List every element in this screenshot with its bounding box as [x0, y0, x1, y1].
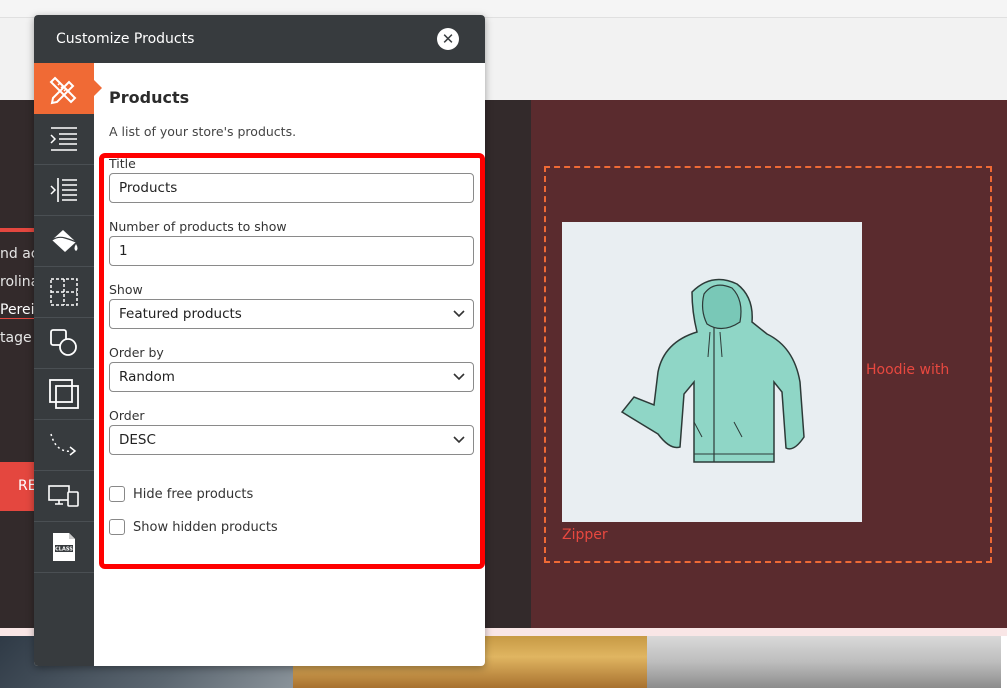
gallery-image[interactable] [647, 636, 1001, 688]
title-input[interactable]: Products [109, 173, 474, 203]
count-input-value: 1 [119, 243, 128, 259]
panel-header: Customize Products ✕ [34, 15, 485, 63]
class-file-icon: CLASS [53, 533, 75, 561]
orderby-select[interactable]: Random [109, 362, 474, 392]
sidebar-item-motion[interactable] [34, 420, 94, 471]
product-image[interactable] [562, 222, 862, 522]
sidebar-item-alignment[interactable] [34, 114, 94, 165]
sidebar-item-colors[interactable] [34, 216, 94, 267]
accent-rule [0, 228, 34, 232]
sidebar-item-class[interactable]: CLASS [34, 522, 94, 573]
pencil-ruler-icon [49, 76, 77, 104]
motion-path-icon [50, 433, 77, 456]
orderby-label: Order by [109, 345, 164, 360]
hero-text-line-wrap: Perei [0, 302, 35, 319]
sidebar-item-shapes[interactable] [34, 318, 94, 369]
layers-icon [49, 379, 79, 409]
show-select-value: Featured products [119, 306, 242, 322]
title-label: Title [109, 156, 136, 171]
sidebar-item-layout[interactable] [34, 267, 94, 318]
count-label: Number of products to show [109, 219, 287, 234]
orderby-select-value: Random [119, 369, 175, 385]
chevron-down-icon [453, 436, 465, 444]
sidebar-item-layers[interactable] [34, 369, 94, 420]
title-input-value: Products [119, 180, 178, 196]
show-select[interactable]: Featured products [109, 299, 474, 329]
indent-lines-icon [50, 178, 77, 202]
panel-sidebar: CLASS [34, 63, 102, 666]
sidebar-item-content[interactable] [34, 63, 102, 114]
svg-text:CLASS: CLASS [55, 547, 73, 553]
hoodie-image [620, 278, 805, 463]
chevron-down-icon [453, 310, 465, 318]
show-label: Show [109, 282, 143, 297]
product-title-link-cont[interactable]: Zipper [562, 527, 608, 543]
order-select[interactable]: DESC [109, 425, 474, 455]
hide-free-checkbox[interactable] [109, 486, 125, 502]
sidebar-item-responsive[interactable] [34, 471, 94, 522]
hide-free-row: Hide free products [109, 486, 253, 502]
hero-text-line: nd ac [0, 246, 39, 262]
shapes-icon [50, 329, 77, 356]
panel-title: Customize Products [56, 31, 195, 47]
show-hidden-checkbox[interactable] [109, 519, 125, 535]
product-title-link[interactable]: Hoodie with [866, 362, 949, 378]
hero-link[interactable]: Perei [0, 302, 35, 319]
order-select-value: DESC [119, 432, 156, 448]
section-description: A list of your store's products. [109, 124, 297, 139]
order-label: Order [109, 408, 145, 423]
count-input[interactable]: 1 [109, 236, 474, 266]
paint-bucket-icon [51, 230, 78, 252]
section-title: Products [109, 88, 190, 107]
grid-dashed-icon [50, 278, 78, 306]
chevron-down-icon [453, 373, 465, 381]
sidebar-item-spacing[interactable] [34, 165, 94, 216]
customize-panel: Customize Products ✕ CLASS Products A li… [34, 15, 485, 666]
show-hidden-row: Show hidden products [109, 519, 278, 535]
close-icon[interactable]: ✕ [437, 28, 459, 50]
devices-icon [48, 485, 79, 507]
align-right-lines-icon [50, 127, 77, 151]
show-hidden-label: Show hidden products [133, 519, 278, 535]
hero-button[interactable]: RE [0, 462, 34, 511]
hide-free-label: Hide free products [133, 486, 254, 502]
